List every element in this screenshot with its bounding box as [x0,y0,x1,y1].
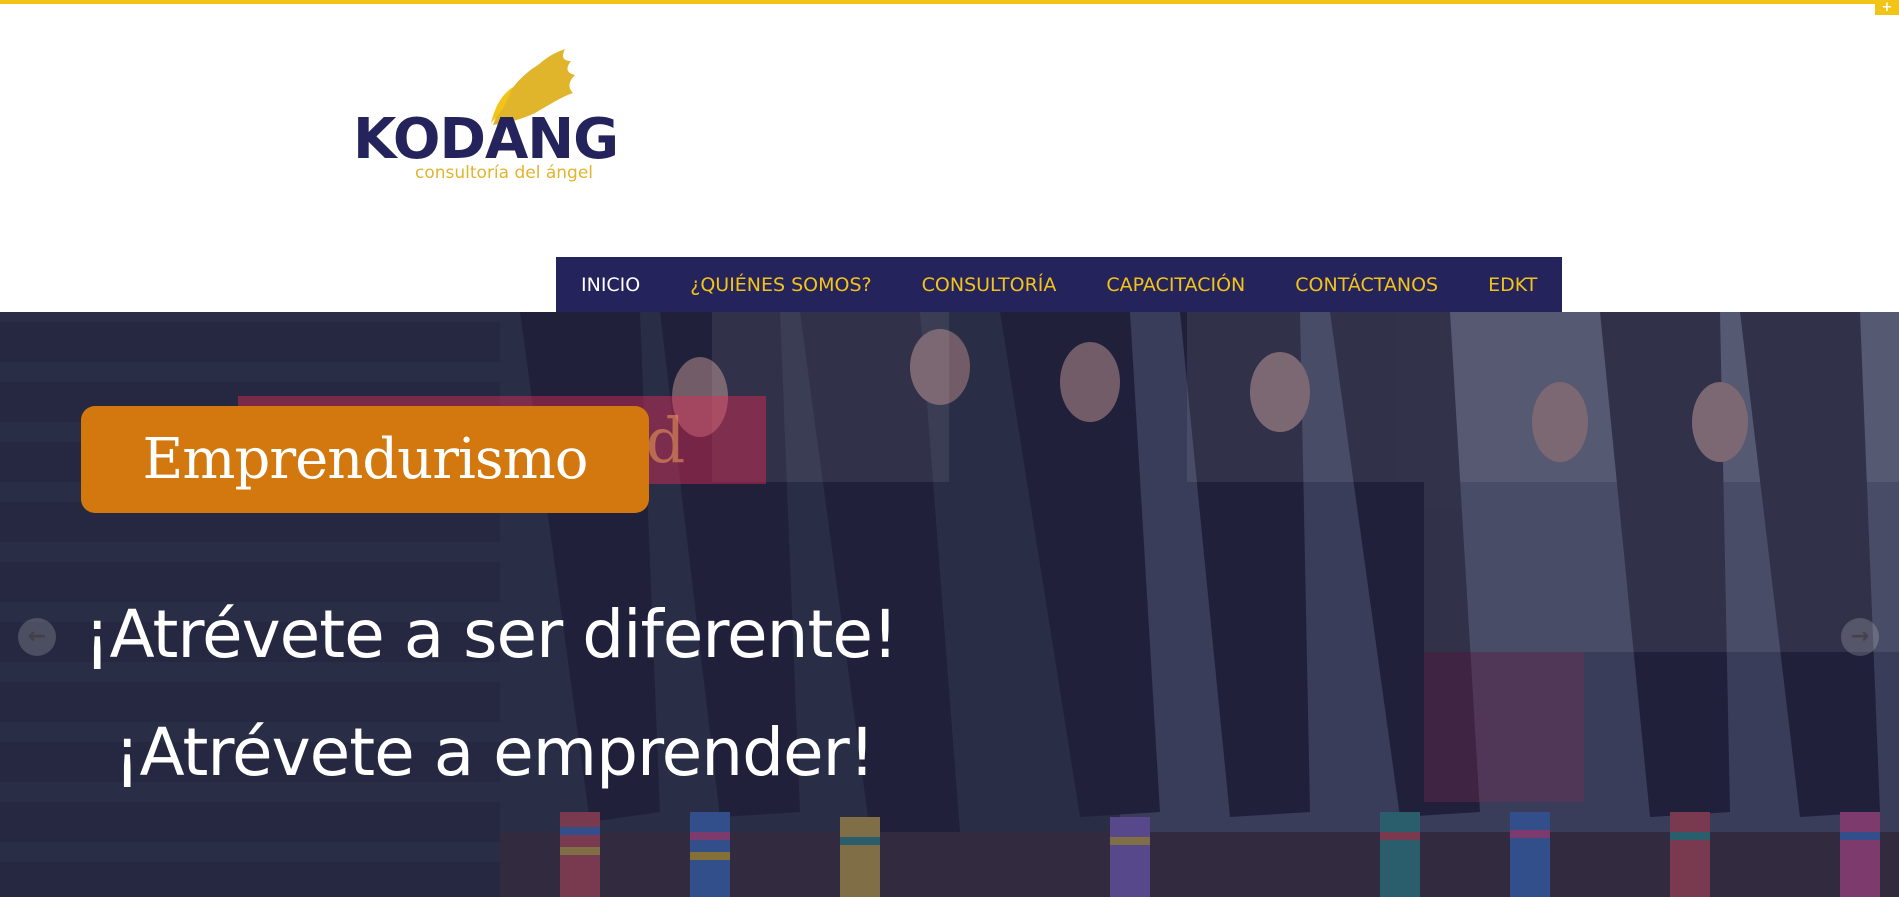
slider-next-button[interactable]: → [1841,618,1879,656]
main-navigation: INICIO ¿QUIÉNES SOMOS? CONSULTORÍA CAPAC… [556,257,1562,312]
plus-icon: + [1881,0,1893,15]
site-logo[interactable]: KODANG consultoría del ángel [353,47,619,187]
arrow-right-icon: → [1850,624,1870,649]
nav-item-edkt[interactable]: EDKT [1463,274,1562,296]
top-accent-bar [0,0,1899,4]
logo-wordmark: KODANG [353,107,619,172]
logo-tagline: consultoría del ángel [415,163,594,183]
slide-caption-badge: Emprendurismo [81,406,649,513]
hero-slider: Creatividad Emprendurismo ¡Atrévete a se… [0,312,1899,897]
nav-item-capacitacion[interactable]: CAPACITACIÓN [1081,274,1270,296]
slide-headline-primary: ¡Atrévete a ser diferente! [84,596,898,673]
nav-item-quienes-somos[interactable]: ¿QUIÉNES SOMOS? [665,274,896,296]
top-toggle-button[interactable]: + [1875,0,1899,15]
slide-headline-secondary: ¡Atrévete a emprender! [114,714,875,791]
arrow-left-icon: ← [27,624,47,649]
slider-prev-button[interactable]: ← [18,618,56,656]
nav-item-inicio[interactable]: INICIO [556,274,665,296]
nav-item-consultoria[interactable]: CONSULTORÍA [897,274,1082,296]
nav-item-contactanos[interactable]: CONTÁCTANOS [1270,274,1463,296]
